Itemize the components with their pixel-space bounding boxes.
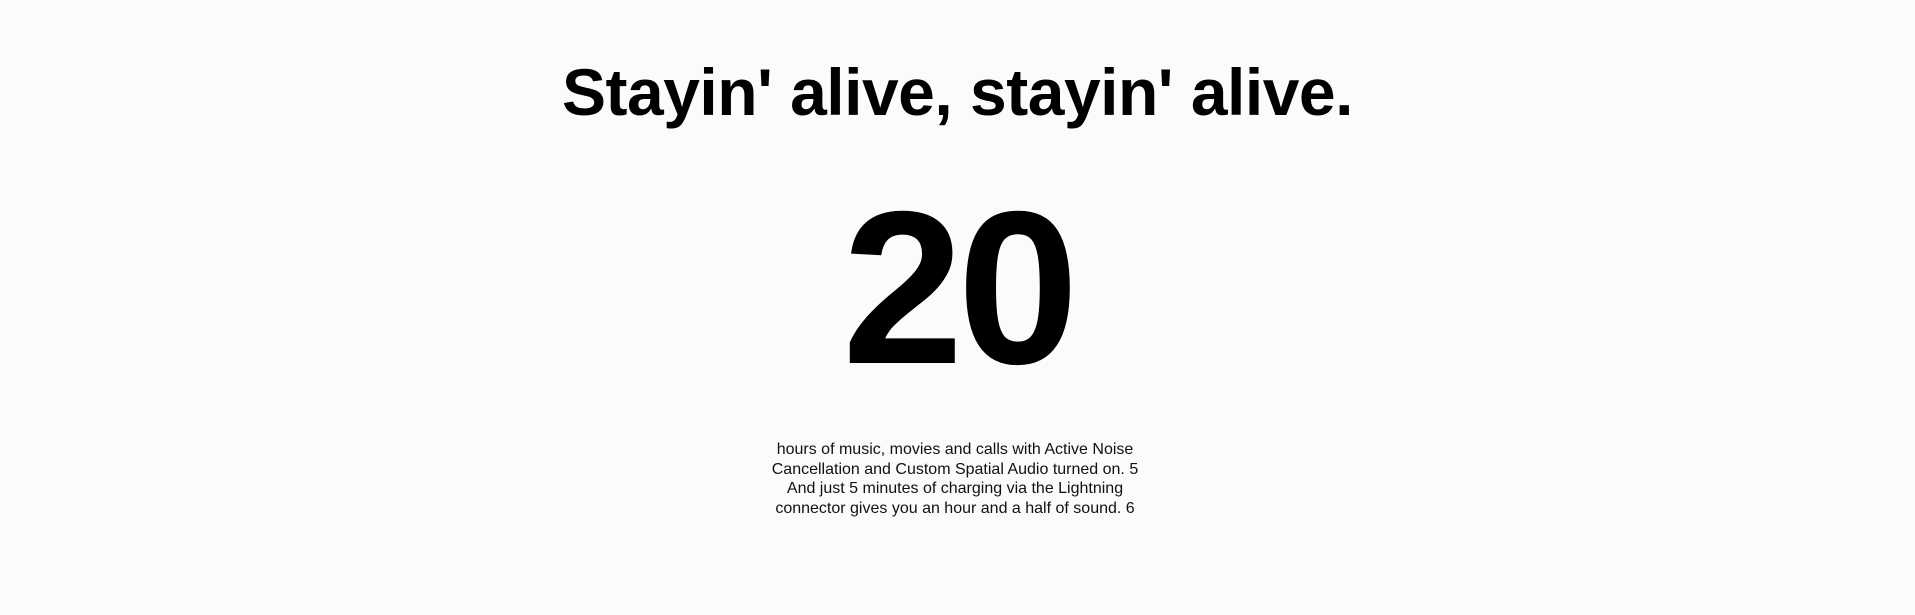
footnote-link-6[interactable]: 6 <box>1126 500 1135 517</box>
description-text-2: And just 5 minutes of charging via the L… <box>775 480 1124 517</box>
description-text-1: hours of music, movies and calls with Ac… <box>771 441 1134 478</box>
footnote-link-5[interactable]: 5 <box>1129 461 1138 478</box>
headline: Stayin' alive, stayin' alive. <box>562 55 1353 129</box>
page: Stayin' alive, stayin' alive. 20 hours o… <box>0 0 1915 615</box>
stat-value: 20 <box>842 167 1078 410</box>
stat-description: hours of music, movies and calls with Ac… <box>750 440 1160 518</box>
